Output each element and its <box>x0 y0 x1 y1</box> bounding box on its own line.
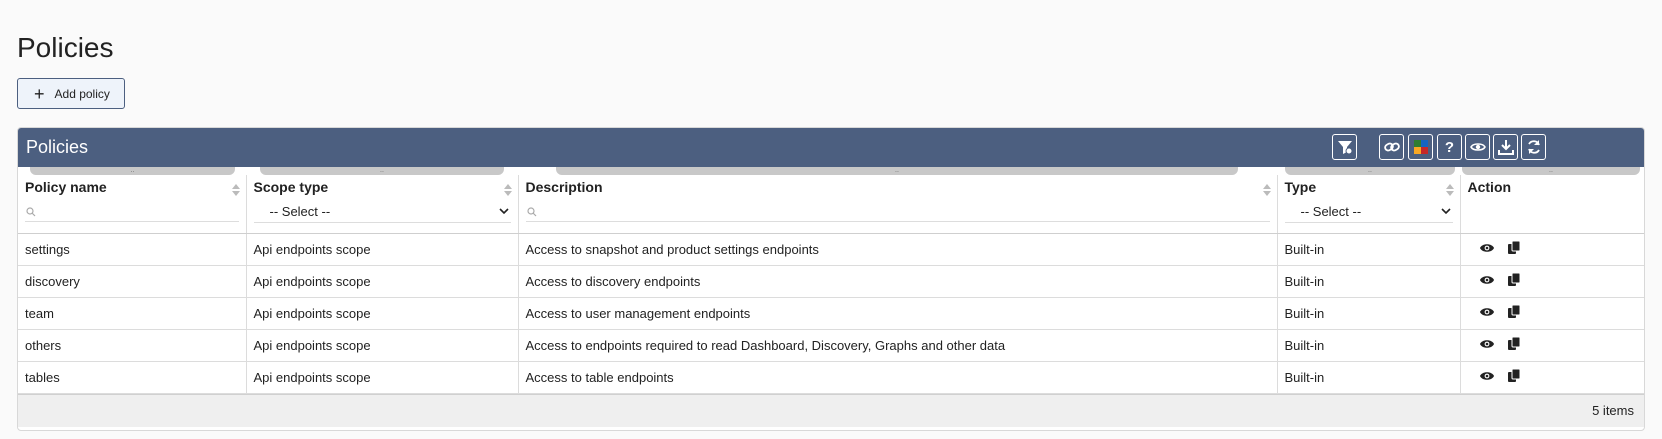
add-policy-button[interactable]: + Add policy <box>17 78 125 109</box>
policy-name-cell: discovery <box>18 265 247 298</box>
copy-icon[interactable] <box>1507 304 1520 321</box>
table-row[interactable]: tables Api endpoints scope Access to table… <box>18 361 1644 394</box>
column-header-policy-name[interactable]: Policy name <box>18 175 247 234</box>
view-eye-icon[interactable] <box>1479 306 1494 321</box>
item-count: 5 items <box>1592 402 1634 418</box>
action-cell <box>1460 329 1644 362</box>
copy-icon[interactable] <box>1507 240 1520 257</box>
help-icon[interactable]: ? <box>1437 134 1462 160</box>
policy-name-cell: settings <box>18 233 247 266</box>
description-cell: Access to snapshot and product settings … <box>518 233 1278 266</box>
table-row[interactable]: others Api endpoints scope Access to endpo… <box>18 329 1644 362</box>
type-select[interactable]: -- Select -- <box>1284 203 1453 223</box>
column-resize-handles: .. .. .. .. .. <box>18 167 1644 175</box>
chevron-down-icon <box>498 208 509 215</box>
policy-name-cell: tables <box>18 361 247 394</box>
sort-icon[interactable] <box>1262 183 1271 197</box>
policies-panel: Policies ? .. .. .. .. .. Policy name Sc… <box>17 127 1645 431</box>
description-cell: Access to table endpoints <box>518 361 1278 394</box>
page-title: Policies <box>17 32 114 63</box>
resize-handle[interactable]: .. <box>260 167 504 175</box>
policies-table: Policy name Scope type -- Select -- Desc… <box>18 175 1644 394</box>
type-cell: Built-in <box>1277 329 1461 362</box>
description-cell: Access to discovery endpoints <box>518 265 1278 298</box>
description-filter[interactable] <box>525 204 1270 222</box>
action-cell <box>1460 297 1644 330</box>
scope-type-cell: Api endpoints scope <box>246 361 519 394</box>
resize-handle[interactable]: .. <box>1285 167 1455 175</box>
column-header-description[interactable]: Description <box>518 175 1278 234</box>
panel-title: Policies <box>26 137 89 157</box>
type-cell: Built-in <box>1277 265 1461 298</box>
table-row[interactable]: discovery Api endpoints scope Access to di… <box>18 265 1644 298</box>
description-cell: Access to user management endpoints <box>518 297 1278 330</box>
filter-settings-icon[interactable] <box>1332 134 1357 160</box>
action-cell <box>1460 233 1644 266</box>
table-footer: 5 items <box>18 393 1644 427</box>
panel-header: Policies ? <box>18 128 1644 167</box>
download-icon[interactable] <box>1493 134 1518 160</box>
policy-name-cell: team <box>18 297 247 330</box>
resize-handle[interactable]: .. <box>30 167 235 175</box>
table-header-row: Policy name Scope type -- Select -- Desc… <box>18 175 1644 234</box>
scope-type-cell: Api endpoints scope <box>246 233 519 266</box>
resize-handle[interactable]: .. <box>556 167 1238 175</box>
copy-icon[interactable] <box>1507 272 1520 289</box>
action-cell <box>1460 265 1644 298</box>
search-icon <box>26 207 36 217</box>
policy-name-filter[interactable] <box>25 204 239 222</box>
view-eye-icon[interactable] <box>1479 338 1494 353</box>
scope-type-cell: Api endpoints scope <box>246 297 519 330</box>
view-eye-icon[interactable] <box>1479 274 1494 289</box>
search-icon <box>526 207 536 217</box>
color-grid-icon[interactable] <box>1408 134 1433 160</box>
column-header-scope-type[interactable]: Scope type -- Select -- <box>246 175 519 234</box>
table-row[interactable]: settings Api endpoints scope Access to sna… <box>18 233 1644 266</box>
scope-type-cell: Api endpoints scope <box>246 265 519 298</box>
link-icon[interactable] <box>1379 134 1404 160</box>
plus-icon: + <box>34 83 45 104</box>
view-eye-icon[interactable] <box>1479 242 1494 257</box>
sort-icon[interactable] <box>231 183 240 197</box>
scope-type-cell: Api endpoints scope <box>246 329 519 362</box>
sort-icon[interactable] <box>503 183 512 197</box>
eye-icon[interactable] <box>1465 134 1490 160</box>
copy-icon[interactable] <box>1507 368 1520 385</box>
refresh-icon[interactable] <box>1521 134 1546 160</box>
scope-type-select[interactable]: -- Select -- <box>253 203 511 223</box>
add-policy-label: Add policy <box>54 86 110 101</box>
chevron-down-icon <box>1440 208 1451 215</box>
sort-icon[interactable] <box>1445 183 1454 197</box>
description-cell: Access to endpoints required to read Das… <box>518 329 1278 362</box>
policy-name-cell: others <box>18 329 247 362</box>
copy-icon[interactable] <box>1507 336 1520 353</box>
table-row[interactable]: team Api endpoints scope Access to user ma… <box>18 297 1644 330</box>
action-cell <box>1460 361 1644 394</box>
type-cell: Built-in <box>1277 361 1461 394</box>
column-header-action: Action <box>1460 175 1644 234</box>
column-header-type[interactable]: Type -- Select -- <box>1277 175 1461 234</box>
view-eye-icon[interactable] <box>1479 370 1494 385</box>
resize-handle[interactable]: .. <box>1462 167 1640 175</box>
type-cell: Built-in <box>1277 233 1461 266</box>
type-cell: Built-in <box>1277 297 1461 330</box>
